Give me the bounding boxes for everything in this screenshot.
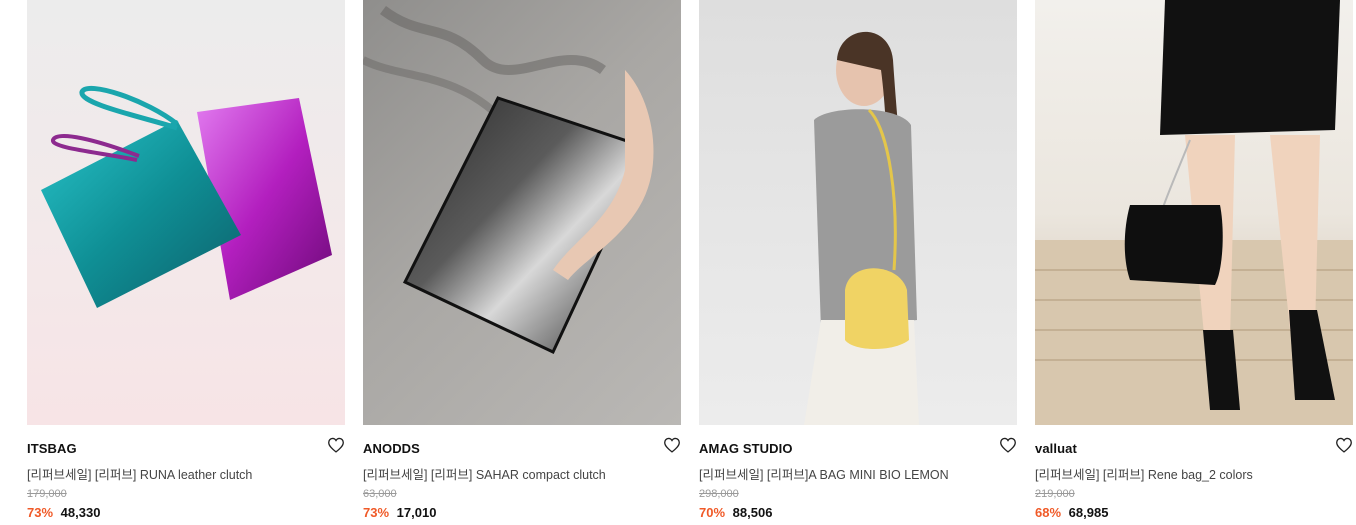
product-title[interactable]: [리퍼브세일] [리퍼브] SAHAR compact clutch: [363, 464, 606, 483]
product-image[interactable]: [699, 0, 1017, 425]
original-price: 219,000: [1035, 488, 1075, 500]
brand-name[interactable]: valluat: [1035, 441, 1077, 456]
product-title[interactable]: [리퍼브세일] [리퍼브] Rene bag_2 colors: [1035, 464, 1253, 483]
brand-name[interactable]: AMAG STUDIO: [699, 441, 793, 456]
price-row: 73% 17,010: [363, 505, 436, 520]
heart-outline-icon[interactable]: [663, 437, 681, 453]
sale-price: 68,985: [1068, 505, 1109, 520]
product-grid: ITSBAG [리퍼브세일] [리퍼브] RUNA leather clutch…: [0, 0, 1356, 525]
product-image[interactable]: [27, 0, 345, 425]
sale-price: 88,506: [732, 505, 773, 520]
product-card[interactable]: ITSBAG [리퍼브세일] [리퍼브] RUNA leather clutch…: [27, 0, 345, 520]
price-row: 70% 88,506: [699, 505, 772, 520]
sale-price: 48,330: [60, 505, 101, 520]
product-card[interactable]: AMAG STUDIO [리퍼브세일] [리퍼브]A BAG MINI BIO …: [699, 0, 1017, 520]
discount-rate: 73%: [363, 505, 390, 520]
product-card[interactable]: valluat [리퍼브세일] [리퍼브] Rene bag_2 colors …: [1035, 0, 1353, 520]
product-card[interactable]: ANODDS [리퍼브세일] [리퍼브] SAHAR compact clutc…: [363, 0, 681, 520]
product-image[interactable]: [363, 0, 681, 425]
price-row: 68% 68,985: [1035, 505, 1108, 520]
discount-rate: 73%: [27, 505, 54, 520]
product-image[interactable]: [1035, 0, 1353, 425]
heart-outline-icon[interactable]: [327, 437, 345, 453]
original-price: 63,000: [363, 488, 397, 500]
heart-outline-icon[interactable]: [1335, 437, 1353, 453]
brand-name[interactable]: ITSBAG: [27, 441, 77, 456]
discount-rate: 68%: [1035, 505, 1062, 520]
heart-outline-icon[interactable]: [999, 437, 1017, 453]
sale-price: 17,010: [396, 505, 437, 520]
original-price: 298,000: [699, 488, 739, 500]
discount-rate: 70%: [699, 505, 726, 520]
product-title[interactable]: [리퍼브세일] [리퍼브]A BAG MINI BIO LEMON: [699, 464, 949, 483]
price-row: 73% 48,330: [27, 505, 100, 520]
brand-name[interactable]: ANODDS: [363, 441, 420, 456]
original-price: 179,000: [27, 488, 67, 500]
product-title[interactable]: [리퍼브세일] [리퍼브] RUNA leather clutch: [27, 464, 252, 483]
